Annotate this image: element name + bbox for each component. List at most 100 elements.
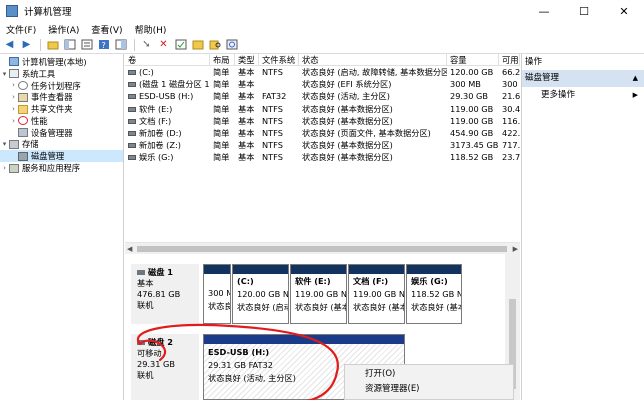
column-header-volume[interactable]: 卷 (125, 54, 210, 65)
table-row[interactable]: ESD-USB (H:) 简单 基本 FAT32 状态良好 (活动, 主分区) 29.30… (125, 90, 520, 102)
removable-disk-icon (137, 340, 145, 345)
volume-name-text: 娱乐 (G:) (139, 152, 174, 163)
delete-icon[interactable]: ✕ (156, 38, 171, 51)
back-arrow-icon[interactable]: ◀ (2, 38, 17, 51)
table-row[interactable]: (磁盘 1 磁盘分区 1) 简单 基本 状态良好 (EFI 系统分区) 300 MB 30… (125, 78, 520, 90)
disk-2-label[interactable]: 磁盘 2 可移动 29.31 GB 联机 (131, 334, 199, 400)
column-header-filesystem[interactable]: 文件系统 (259, 54, 299, 65)
connect-icon[interactable]: ➘ (139, 38, 154, 51)
volume-table-header: 卷 布局 类型 文件系统 状态 容量 可用 (125, 54, 520, 66)
volume-table-body: (C:) 简单 基本 NTFS 状态良好 (启动, 故障转储, 基本数据分区) 120.0… (125, 66, 520, 164)
table-row[interactable]: 新加卷 (Z:) 简单 基本 NTFS 状态良好 (基本数据分区) 3173.45 GB 7… (125, 139, 520, 151)
disk-type: 可移动 (137, 348, 162, 358)
disk-1-label[interactable]: 磁盘 1 基本 476.81 GB 联机 (131, 264, 199, 324)
table-row[interactable]: 文档 (F:) 简单 基本 NTFS 状态良好 (基本数据分区) 119.00 GB 116… (125, 115, 520, 127)
tree-item-storage[interactable]: ▾ 存储 (0, 139, 123, 151)
tree-item-services[interactable]: › 服务和应用程序 (0, 162, 123, 174)
volume-name: (C:) (125, 66, 210, 78)
menu-action[interactable]: 操作(A) (42, 23, 85, 36)
more-actions-item[interactable]: 更多操作 ▶ (522, 87, 644, 104)
volume-icon (128, 70, 136, 75)
partition-efi[interactable]: 300 M 状态良 (203, 264, 231, 324)
collapse-arrow-icon[interactable]: ▾ (0, 140, 9, 148)
tree-item-root[interactable]: 计算机管理(本地) (0, 56, 123, 68)
tree-item-label: 任务计划程序 (31, 80, 81, 91)
volume-status: 状态良好 (基本数据分区) (302, 115, 393, 126)
partition-bar (233, 265, 288, 274)
partition-g[interactable]: 娱乐 (G:) 118.52 GB NTFS 状态良好 (基本 (406, 264, 462, 324)
volume-status: 状态良好 (活动, 主分区) (302, 91, 390, 102)
up-folder-icon[interactable] (45, 38, 60, 51)
table-row[interactable]: 新加卷 (D:) 简单 基本 NTFS 状态良好 (页面文件, 基本数据分区) 454.9… (125, 127, 520, 139)
tree-item-disk-management[interactable]: 磁盘管理 (0, 150, 123, 163)
disk-icon (18, 151, 28, 161)
table-row[interactable]: (C:) 简单 基本 NTFS 状态良好 (启动, 故障转储, 基本数据分区) 120.0… (125, 66, 520, 78)
close-button[interactable]: ✕ (604, 0, 644, 22)
column-header-type[interactable]: 类型 (235, 54, 259, 65)
tree-item-system-tools[interactable]: ▾ 系统工具 (0, 68, 123, 80)
volume-name: 新加卷 (Z:) (125, 139, 210, 151)
volume-name: 新加卷 (D:) (125, 127, 210, 139)
context-menu-open[interactable]: 打开(O) (345, 367, 513, 382)
actions-pane: 操作 磁盘管理 ▲ 更多操作 ▶ (521, 54, 644, 400)
search-folder-icon[interactable] (207, 38, 222, 51)
menu-file[interactable]: 文件(F) (0, 23, 42, 36)
checklist-icon[interactable] (173, 38, 188, 51)
context-menu-explorer[interactable]: 资源管理器(E) (345, 382, 513, 397)
volume-filesystem: FAT32 (262, 91, 287, 102)
tree-item-performance[interactable]: › 性能 (0, 115, 123, 127)
forward-arrow-icon[interactable]: ▶ (19, 38, 34, 51)
help-icon[interactable]: ? (96, 38, 111, 51)
show-hide-icon[interactable] (113, 38, 128, 51)
horizontal-scrollbar[interactable]: ◀ ▶ (125, 242, 520, 254)
refresh-icon[interactable] (224, 38, 239, 51)
partition-title: 软件 (E:) (295, 276, 331, 286)
column-header-status[interactable]: 状态 (299, 54, 447, 65)
maximize-button[interactable]: ☐ (564, 0, 604, 22)
partition-e[interactable]: 软件 (E:) 119.00 GB NTFS 状态良好 (基本 (290, 264, 347, 324)
volume-free: 300 (502, 79, 518, 90)
volume-name: ESD-USB (H:) (125, 90, 210, 102)
menu-view[interactable]: 查看(V) (85, 23, 128, 36)
tree-item-device-manager[interactable]: 设备管理器 (0, 127, 123, 139)
actions-section-disk-management[interactable]: 磁盘管理 ▲ (522, 70, 644, 87)
actions-header: 操作 (525, 57, 543, 67)
toolbar: ◀ ▶ ? ➘ ✕ (0, 36, 644, 54)
expand-arrow-icon[interactable]: › (9, 93, 18, 101)
collapse-up-icon[interactable]: ▲ (633, 70, 638, 87)
collapse-arrow-icon[interactable]: ▾ (0, 70, 9, 78)
expand-arrow-icon[interactable]: › (9, 117, 18, 125)
tree-item-event-viewer[interactable]: › 事件查看器 (0, 91, 123, 103)
expand-arrow-icon[interactable]: › (0, 164, 9, 172)
column-header-capacity[interactable]: 容量 (447, 54, 499, 65)
partition-size: 300 M (208, 288, 231, 298)
volume-icon (128, 130, 136, 136)
computer-management-icon (6, 5, 18, 17)
volume-name-text: (磁盘 1 磁盘分区 1) (139, 79, 210, 90)
column-header-free[interactable]: 可用 (499, 54, 520, 65)
expand-arrow-icon[interactable]: › (9, 81, 18, 89)
properties-icon[interactable] (79, 38, 94, 51)
minimize-button[interactable]: — (524, 0, 564, 22)
volume-filesystem: NTFS (262, 140, 283, 151)
volume-type: 基本 (238, 67, 255, 77)
tree-item-task-scheduler[interactable]: › 任务计划程序 (0, 80, 123, 92)
partition-status: 状态良好 (基本 (353, 302, 405, 312)
volume-status: 状态良好 (页面文件, 基本数据分区) (302, 127, 431, 138)
console-tree-icon[interactable] (62, 38, 77, 51)
export-icon[interactable] (190, 38, 205, 51)
tree-item-shared-folders[interactable]: › 共享文件夹 (0, 103, 123, 115)
partition-f[interactable]: 文档 (F:) 119.00 GB NTFS 状态良好 (基本 (348, 264, 405, 324)
expand-arrow-icon[interactable]: › (9, 105, 18, 113)
scrollbar-thumb[interactable] (137, 246, 507, 252)
menu-help[interactable]: 帮助(H) (129, 23, 173, 36)
column-header-layout[interactable]: 布局 (210, 54, 235, 65)
table-row[interactable]: 娱乐 (G:) 简单 基本 NTFS 状态良好 (基本数据分区) 118.52 GB 23.… (125, 151, 520, 163)
table-row[interactable]: 软件 (E:) 简单 基本 NTFS 状态良好 (基本数据分区) 119.00 GB 30.… (125, 103, 520, 115)
volume-status: 状态良好 (启动, 故障转储, 基本数据分区) (302, 67, 447, 77)
partition-status: 状态良好 (基本 (411, 302, 462, 312)
partition-c[interactable]: (C:) 120.00 GB NTFS 状态良好 (启动, (232, 264, 289, 324)
disk-name: 磁盘 2 (148, 337, 173, 347)
volume-type: 基本 (238, 91, 255, 102)
partition-title: ESD-USB (H:) (208, 347, 270, 357)
